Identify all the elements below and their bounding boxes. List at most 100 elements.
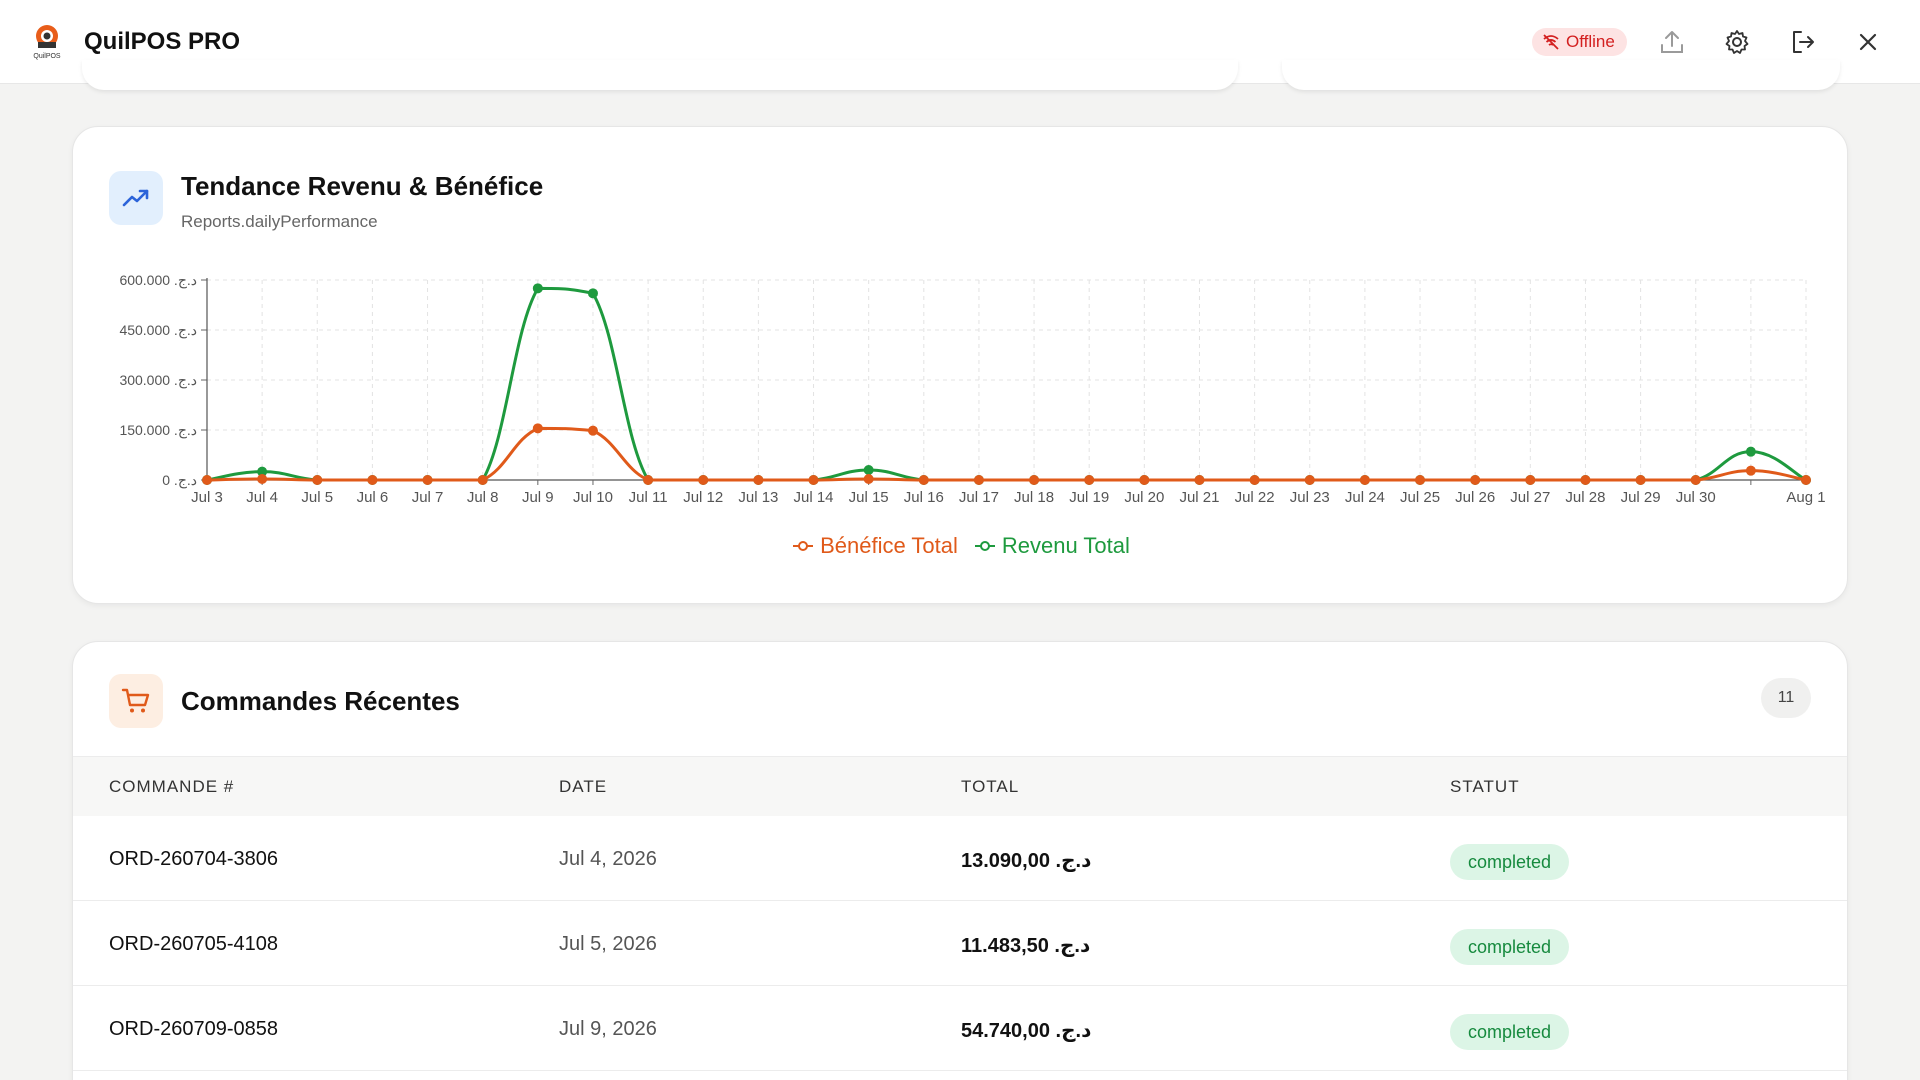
data-point-profit bbox=[1415, 475, 1426, 485]
legend-label-profit: Bénéfice Total bbox=[820, 533, 958, 558]
recent-orders-card: Commandes Récentes 11 COMMANDE # DATE TO… bbox=[72, 641, 1848, 1080]
close-icon[interactable] bbox=[1850, 24, 1886, 60]
x-tick-label: Jul 8 bbox=[467, 489, 499, 506]
table-row[interactable]: ORD-260709-0858 Jul 9, 2026 د.ج.‏ 54.740… bbox=[73, 986, 1847, 1071]
card-title: Commandes Récentes bbox=[181, 686, 460, 716]
data-point-profit bbox=[1525, 475, 1536, 485]
x-tick-label: Jul 29 bbox=[1621, 489, 1661, 506]
series-line-profit bbox=[206, 426, 1807, 482]
legend-item-revenue[interactable]: Revenu Total bbox=[974, 533, 1130, 559]
data-point-profit bbox=[1304, 475, 1315, 485]
chart-legend: Bénéfice Total Revenu Total bbox=[73, 533, 1849, 559]
y-tick-label: د.ج.‏ 450.000 bbox=[119, 322, 197, 339]
column-header-total[interactable]: TOTAL bbox=[961, 777, 1019, 797]
order-date: Jul 5, 2026 bbox=[559, 933, 657, 955]
x-tick-label: Jul 25 bbox=[1400, 489, 1440, 506]
order-date: Jul 4, 2026 bbox=[559, 848, 657, 870]
x-tick-label: Jul 4 bbox=[246, 489, 278, 506]
logo-text: QuilPOS bbox=[33, 53, 61, 60]
data-point-profit bbox=[477, 475, 488, 485]
data-point-profit bbox=[312, 475, 323, 485]
x-tick-label: Jul 22 bbox=[1235, 489, 1275, 506]
x-tick-label: Jul 30 bbox=[1676, 489, 1716, 506]
x-tick-label: Jul 16 bbox=[904, 489, 944, 506]
order-id: ORD-260704-3806 bbox=[109, 848, 278, 870]
data-point-profit bbox=[587, 425, 598, 436]
data-point-profit bbox=[422, 475, 433, 485]
summary-card-partial bbox=[1282, 60, 1840, 90]
order-date: Jul 9, 2026 bbox=[559, 1018, 657, 1040]
offline-label: Offline bbox=[1566, 32, 1615, 51]
shopping-cart-icon bbox=[109, 674, 163, 728]
data-point-profit bbox=[202, 475, 212, 485]
data-point-revenue bbox=[532, 283, 543, 294]
data-point-profit bbox=[863, 474, 874, 484]
data-point-profit bbox=[1139, 475, 1150, 485]
x-tick-label: Jul 28 bbox=[1565, 489, 1605, 506]
column-header-order[interactable]: COMMANDE # bbox=[109, 777, 234, 797]
x-tick-label: Jul 20 bbox=[1124, 489, 1164, 506]
x-tick-label: Jul 7 bbox=[412, 489, 444, 506]
data-point-profit bbox=[367, 475, 378, 485]
order-id: ORD-260705-4108 bbox=[109, 933, 278, 955]
offline-status-badge: Offline bbox=[1532, 28, 1627, 56]
x-tick-label: Jul 18 bbox=[1014, 489, 1054, 506]
upload-icon[interactable] bbox=[1654, 24, 1690, 60]
column-header-status[interactable]: STATUT bbox=[1450, 777, 1520, 797]
data-point-profit bbox=[257, 474, 268, 484]
order-id: ORD-260709-0858 bbox=[109, 1018, 278, 1040]
column-header-date[interactable]: DATE bbox=[559, 777, 607, 797]
x-tick-label: Jul 12 bbox=[683, 489, 723, 506]
x-tick-label: Jul 26 bbox=[1455, 489, 1495, 506]
order-total: د.ج.‏ 11.483,50 bbox=[961, 935, 1091, 957]
x-tick-label: Jul 13 bbox=[738, 489, 778, 506]
data-point-profit bbox=[1690, 475, 1701, 485]
order-total: د.ج.‏ 13.090,00 bbox=[961, 850, 1092, 872]
x-tick-label: Jul 24 bbox=[1345, 489, 1385, 506]
data-point-profit bbox=[973, 475, 984, 485]
data-point-revenue bbox=[863, 465, 874, 475]
status-badge: completed bbox=[1450, 844, 1570, 880]
data-point-profit bbox=[1470, 475, 1481, 485]
y-tick-label: د.ج.‏ 150.000 bbox=[119, 422, 197, 439]
status-badge: completed bbox=[1450, 929, 1570, 965]
data-point-profit bbox=[1801, 475, 1811, 485]
status-badge: completed bbox=[1450, 1014, 1570, 1050]
gear-icon[interactable] bbox=[1719, 24, 1755, 60]
x-tick-label: Jul 23 bbox=[1290, 489, 1330, 506]
x-tick-label: Jul 10 bbox=[573, 489, 613, 506]
revenue-trend-card: Tendance Revenu & Bénéfice Reports.daily… bbox=[72, 126, 1848, 604]
order-total: د.ج.‏ 54.740,00 bbox=[961, 1020, 1092, 1042]
data-point-profit bbox=[918, 475, 929, 485]
x-tick-label: Jul 17 bbox=[959, 489, 999, 506]
data-point-profit bbox=[1359, 475, 1370, 485]
x-tick-label: Jul 14 bbox=[794, 489, 834, 506]
table-row[interactable]: ORD-260704-3806 Jul 4, 2026 د.ج.‏ 13.090… bbox=[73, 816, 1847, 901]
data-point-profit bbox=[1635, 475, 1646, 485]
data-point-profit bbox=[808, 475, 819, 485]
data-point-profit bbox=[1029, 475, 1040, 485]
y-tick-label: د.ج.‏ 300.000 bbox=[119, 372, 197, 389]
x-tick-label: Jul 27 bbox=[1510, 489, 1550, 506]
data-point-profit bbox=[1580, 475, 1591, 485]
data-point-profit bbox=[753, 475, 764, 485]
app-title: QuilPOS PRO bbox=[84, 28, 241, 55]
legend-item-profit[interactable]: Bénéfice Total bbox=[792, 533, 958, 559]
table-row[interactable]: ORD-260705-4108 Jul 5, 2026 د.ج.‏ 11.483… bbox=[73, 901, 1847, 986]
x-tick-label: Jul 6 bbox=[357, 489, 389, 506]
x-tick-label: Jul 15 bbox=[849, 489, 889, 506]
data-point-profit bbox=[1194, 475, 1205, 485]
orders-count-badge: 11 bbox=[1761, 678, 1811, 718]
data-point-profit bbox=[1745, 465, 1756, 476]
revenue-profit-line-chart: د.ج.‏ 0 د.ج.‏ 150.000 د.ج.‏ 300.000 د.ج.‏ 4… bbox=[119, 272, 1825, 506]
x-tick-label: Jul 5 bbox=[301, 489, 333, 506]
x-tick-label: Jul 9 bbox=[522, 489, 554, 506]
legend-label-revenue: Revenu Total bbox=[1001, 533, 1130, 558]
data-point-profit bbox=[698, 475, 709, 485]
x-tick-label: Jul 3 bbox=[191, 489, 223, 506]
wifi-off-icon bbox=[1543, 34, 1559, 50]
legend-marker-revenue bbox=[974, 541, 995, 551]
series-line-revenue bbox=[206, 286, 1807, 482]
logout-icon[interactable] bbox=[1785, 24, 1821, 60]
y-tick-label: د.ج.‏ 600.000 bbox=[119, 272, 197, 289]
